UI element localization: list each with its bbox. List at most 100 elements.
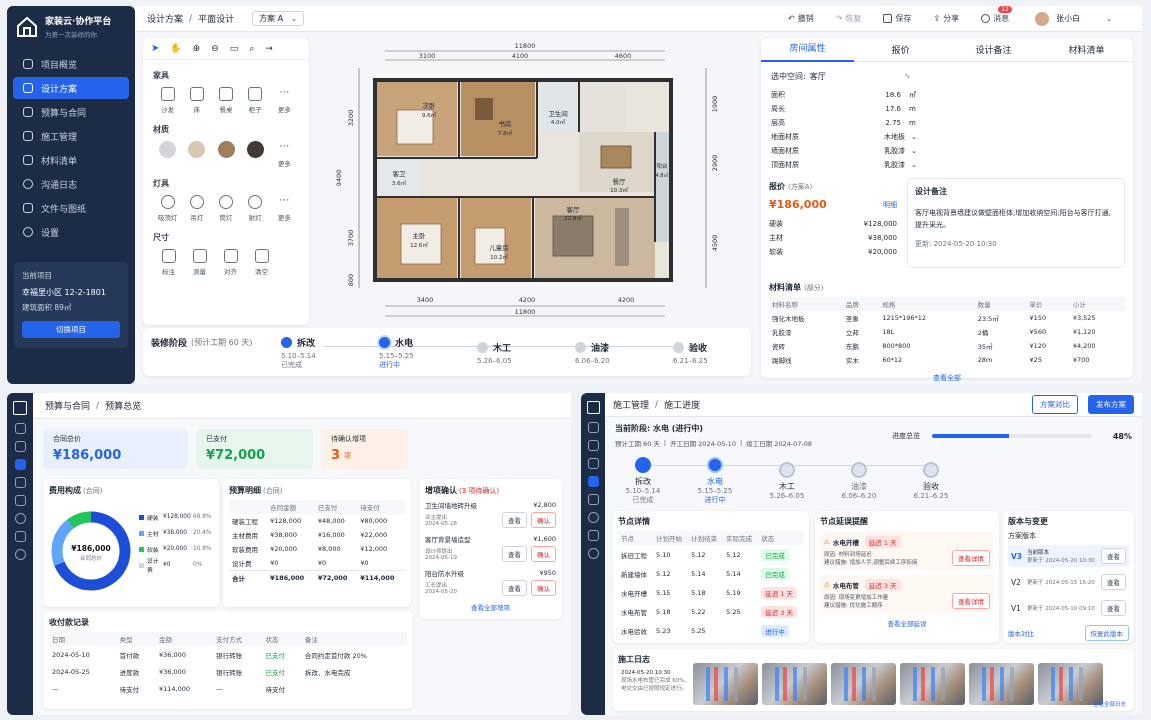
tool-cabinet[interactable]: 柜子 (241, 87, 270, 114)
materials-view-all-link[interactable]: 查看全部 (769, 373, 1125, 383)
tool-pendant-light[interactable]: 吊灯 (182, 195, 211, 222)
tab-room-props[interactable]: 房间属性 (761, 38, 854, 62)
site-photo[interactable] (693, 663, 758, 705)
chat-icon[interactable] (587, 512, 599, 523)
material-swatch-4[interactable] (241, 141, 270, 168)
view-details-button[interactable]: 查看详情 (952, 593, 990, 609)
stage-item[interactable]: 拆改 5.10–5.14 已完成 (281, 336, 343, 370)
stage-item[interactable]: 水电 5.15–5.25 进行中 (379, 336, 441, 370)
undo-button[interactable]: ↶ 撤销 (788, 13, 814, 24)
share-button[interactable]: ⇪ 分享 (933, 13, 959, 24)
breadcrumb-budget[interactable]: 预算与合同 (45, 399, 90, 412)
floorplan-canvas[interactable]: 11800 3100 4100 4600 3400 4200 4200 1180… (315, 38, 755, 320)
view-all-addons-link[interactable]: 查看全部增项 (425, 602, 556, 612)
user-menu[interactable]: 张小白 ⌄ (1035, 11, 1112, 26)
select-tool-icon[interactable]: ➤ (151, 43, 159, 54)
tool-more-lights[interactable]: ⋯ 更多 (270, 195, 299, 222)
gear-icon[interactable] (14, 549, 26, 560)
site-photo[interactable] (969, 663, 1034, 705)
compare-plans-button[interactable]: 方案对比 (1032, 395, 1078, 414)
folder-icon[interactable] (587, 530, 599, 541)
tab-materials[interactable]: 材料清单 (1040, 43, 1133, 56)
room-study[interactable] (461, 82, 535, 156)
tool-more-furniture[interactable]: ⋯ 更多 (270, 87, 299, 114)
tool-spotlight[interactable]: 射灯 (241, 195, 270, 222)
view-button[interactable]: 查看 (502, 512, 527, 528)
tool-bed[interactable]: 床 (182, 87, 211, 114)
folder-icon[interactable] (14, 531, 26, 542)
stage-item[interactable]: 木工 5.26–6.05 (757, 462, 817, 500)
site-photo[interactable] (831, 663, 896, 705)
view-button[interactable]: 查看 (502, 580, 527, 596)
tab-design-notes[interactable]: 设计备注 (947, 43, 1040, 56)
publish-plan-button[interactable]: 发布方案 (1088, 395, 1134, 414)
arrow-right-icon[interactable]: → (265, 44, 273, 54)
tool-measure[interactable]: 测量 (184, 249, 215, 276)
confirm-button[interactable]: 确认 (531, 546, 556, 562)
site-photo[interactable] (762, 663, 827, 705)
confirm-button[interactable]: 确认 (531, 580, 556, 596)
room-balcony[interactable] (655, 132, 669, 242)
tool-icon[interactable] (587, 476, 599, 487)
view-version-button[interactable]: 查看 (1101, 574, 1126, 590)
material-swatch-2[interactable] (182, 141, 211, 168)
view-all-logs-link[interactable]: 查看全部日志 (1093, 700, 1126, 708)
view-version-button[interactable]: 查看 (1101, 600, 1126, 616)
pen-icon[interactable] (587, 440, 599, 451)
tool-annotate[interactable]: 标注 (153, 249, 184, 276)
stage-item[interactable]: 验收 6.21–6.25 (901, 462, 961, 500)
stage-item[interactable]: 油漆 6.06–6.20 (575, 341, 637, 365)
zoom-in-icon[interactable]: ⊕ (193, 44, 201, 54)
tool-downlight[interactable]: 筒灯 (211, 195, 240, 222)
ceiling-material-select[interactable]: 顶面材质 乳胶漆 ⌄ (771, 158, 921, 172)
home-icon[interactable] (587, 422, 599, 433)
breadcrumb-construction[interactable]: 施工管理 (613, 398, 649, 411)
sidebar-item-materials[interactable]: 材料清单 (13, 149, 129, 171)
tool-sofa[interactable]: 沙发 (153, 87, 182, 114)
hand-tool-icon[interactable]: ✋ (170, 44, 181, 54)
stage-item[interactable]: 木工 5.26–6.05 (477, 341, 539, 365)
sidebar-item-files[interactable]: 文件与图纸 (13, 197, 129, 219)
stage-item[interactable]: 水电 5.15–5.25 进行中 (685, 457, 745, 505)
confirm-button[interactable]: 确认 (531, 512, 556, 528)
wallet-icon[interactable] (14, 459, 26, 470)
sidebar-item-log[interactable]: 沟通日志 (13, 173, 129, 195)
search-icon[interactable]: ⌕ (249, 44, 254, 54)
list-icon[interactable] (587, 494, 599, 505)
quote-detail-link[interactable]: 明细 (883, 200, 897, 210)
fit-screen-icon[interactable]: ▭ (230, 44, 239, 54)
view-button[interactable]: 查看 (502, 546, 527, 562)
wall-material-select[interactable]: 墙面材质 乳胶漆 ⌄ (771, 144, 921, 158)
tool-dining-table[interactable]: 餐桌 (211, 87, 240, 114)
restore-version-button[interactable]: 恢复此版本 (1084, 625, 1129, 641)
wallet-icon[interactable] (587, 458, 599, 469)
room-kitchen[interactable] (579, 82, 625, 132)
edit-icon[interactable]: ✎ (904, 72, 911, 81)
site-photo[interactable] (900, 663, 965, 705)
tool-icon[interactable] (14, 477, 26, 488)
plan-select[interactable]: 方案 A ⌄ (252, 11, 304, 26)
tool-ceiling-light[interactable]: 吸顶灯 (153, 195, 182, 222)
zoom-out-icon[interactable]: ⊖ (211, 44, 219, 54)
version-compare-link[interactable]: 版本对比 (1008, 628, 1034, 638)
site-photo[interactable] (1038, 663, 1103, 705)
chat-icon[interactable] (14, 513, 26, 524)
sidebar-item-construction[interactable]: 施工管理 (13, 125, 129, 147)
breadcrumb-design[interactable]: 设计方案 (147, 12, 183, 25)
floor-material-select[interactable]: 地面材质 木地板 ⌄ (771, 130, 921, 144)
sidebar-item-settings[interactable]: 设置 (13, 221, 129, 243)
sidebar-item-design[interactable]: 设计方案 (13, 77, 129, 99)
tool-clear[interactable]: 清空 (246, 249, 277, 276)
view-all-delays-link[interactable]: 查看全部延误 (820, 618, 994, 628)
view-version-button[interactable]: 查看 (1101, 548, 1126, 564)
tab-quote[interactable]: 报价 (854, 43, 947, 56)
material-swatch-1[interactable] (153, 141, 182, 168)
pen-icon[interactable] (14, 441, 26, 452)
switch-project-button[interactable]: 切换项目 (22, 321, 120, 338)
gear-icon[interactable] (587, 548, 599, 559)
stage-item[interactable]: 验收 6.21–6.25 (673, 341, 735, 365)
stage-item[interactable]: 油漆 6.06–6.20 (829, 462, 889, 500)
sidebar-item-overview[interactable]: 项目概览 (13, 53, 129, 75)
redo-button[interactable]: ↷ 恢复 (836, 13, 862, 24)
stage-item[interactable]: 拆改 5.10–5.14 已完成 (613, 457, 673, 505)
